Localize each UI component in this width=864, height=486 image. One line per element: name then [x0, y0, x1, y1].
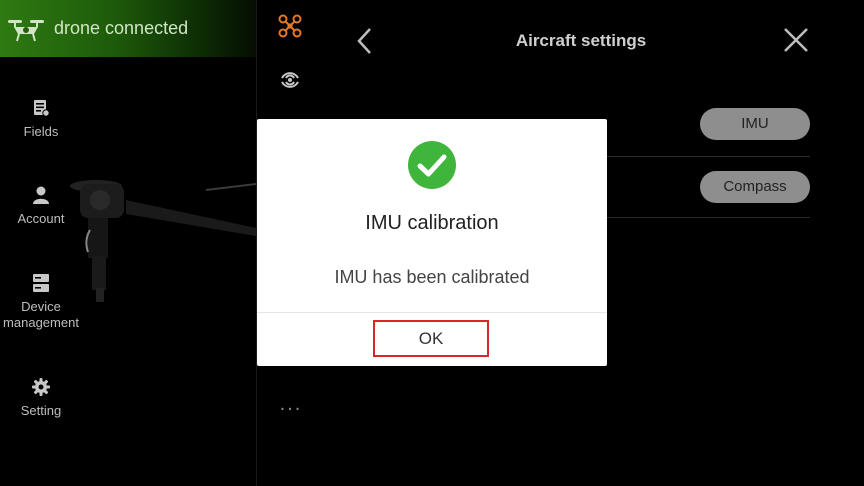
- page-title: Aircraft settings: [515, 31, 647, 50]
- compass-button[interactable]: Compass: [700, 171, 810, 203]
- device-icon: [33, 274, 49, 292]
- more-icon[interactable]: ...: [277, 394, 305, 414]
- calibration-dialog: IMU calibration IMU has been calibrated …: [257, 119, 607, 366]
- connection-banner[interactable]: drone connected: [0, 0, 256, 57]
- dialog-message: IMU has been calibrated: [334, 267, 530, 287]
- drone-icon: [8, 19, 44, 41]
- account-icon: [33, 186, 49, 204]
- dialog-title: IMU calibration: [365, 212, 499, 234]
- quadcopter-icon[interactable]: [278, 14, 302, 38]
- sidebar: drone connected Fields Account Device ma…: [0, 0, 256, 486]
- connection-status: drone connected: [54, 18, 189, 38]
- signal-icon[interactable]: [278, 68, 302, 92]
- sidebar-item-fields[interactable]: Fields: [0, 98, 82, 140]
- sidebar-item-setting[interactable]: Setting: [0, 377, 82, 419]
- sidebar-item-label: Setting: [20, 403, 62, 418]
- ok-button[interactable]: OK: [373, 320, 489, 357]
- dialog-divider: [257, 312, 607, 313]
- close-icon[interactable]: [782, 26, 810, 54]
- imu-button[interactable]: IMU: [700, 108, 810, 140]
- success-check-icon: [408, 141, 456, 189]
- gear-icon: [32, 378, 50, 396]
- fields-icon: [34, 100, 50, 117]
- drone-arm-image: [70, 180, 256, 302]
- sidebar-item-label: Fields: [23, 124, 59, 139]
